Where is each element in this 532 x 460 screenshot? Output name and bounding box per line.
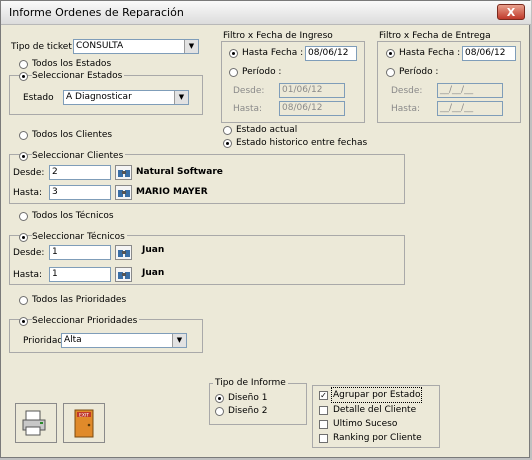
tecnicos-desde-input[interactable]: 1	[49, 245, 111, 260]
radio-diseno-2[interactable]	[215, 407, 224, 416]
ticket-type-value: CONSULTA	[76, 41, 124, 51]
tecnicos-desde-label: Desde:	[13, 248, 45, 258]
radio-seleccionar-estados[interactable]	[19, 72, 28, 81]
chevron-down-icon[interactable]: ▼	[172, 334, 186, 347]
radio-seleccionar-prioridades[interactable]	[19, 317, 28, 326]
radio-ingreso-hasta-fecha[interactable]	[229, 49, 238, 58]
tecnicos-hasta-label: Hasta:	[13, 270, 43, 280]
ticket-type-label: Tipo de ticket	[11, 42, 72, 52]
ultimo-suceso-label: Ultimo Suceso	[333, 419, 398, 429]
ranking-cliente-label: Ranking por Cliente	[333, 433, 422, 443]
binoculars-icon	[118, 190, 130, 197]
seleccionar-estados-label: Seleccionar Estados	[32, 70, 125, 82]
ingreso-hasta-fecha-input[interactable]: 08/06/12	[305, 46, 357, 61]
ingreso-desde-input[interactable]: 01/06/12	[279, 83, 345, 98]
lookup-tecnicos-hasta-button[interactable]	[115, 267, 132, 282]
lookup-clientes-hasta-button[interactable]	[115, 185, 132, 200]
radio-ingreso-periodo[interactable]	[229, 68, 238, 77]
exit-sign-text: EXIT	[79, 413, 89, 419]
entrega-hasta-fecha-label: Hasta Fecha :	[399, 48, 461, 58]
radio-seleccionar-tecnicos[interactable]	[19, 233, 28, 242]
estado-value: A Diagnosticar	[66, 92, 132, 102]
clientes-hasta-label: Hasta:	[13, 188, 43, 198]
radio-estado-actual[interactable]	[223, 126, 232, 135]
close-button[interactable]: X	[497, 4, 525, 20]
radio-diseno-1[interactable]	[215, 394, 224, 403]
diseno-2-label: Diseño 2	[228, 406, 268, 416]
estado-select[interactable]: A Diagnosticar ▼	[63, 90, 189, 105]
radio-entrega-hasta-fecha[interactable]	[386, 49, 395, 58]
radio-todos-tecnicos[interactable]	[19, 212, 28, 221]
clientes-hasta-name: MARIO MAYER	[136, 187, 208, 197]
ranking-cliente-checkbox[interactable]	[319, 434, 328, 443]
estado-label: Estado	[23, 93, 54, 103]
entrega-desde-label: Desde:	[391, 86, 423, 96]
lookup-clientes-desde-button[interactable]	[115, 165, 132, 180]
printer-icon	[22, 410, 46, 436]
detalle-cliente-label: Detalle del Cliente	[333, 405, 417, 415]
prioridad-label: Prioridad	[23, 336, 64, 346]
binoculars-icon	[118, 272, 130, 279]
ingreso-desde-label: Desde:	[233, 86, 265, 96]
ingreso-hasta-label: Hasta:	[233, 104, 263, 114]
window-title: Informe Ordenes de Reparación	[9, 6, 184, 19]
tipo-informe-title: Tipo de Informe	[213, 377, 288, 389]
exit-door-icon: EXIT	[74, 409, 94, 438]
clientes-hasta-input[interactable]: 3	[49, 185, 111, 200]
entrega-hasta-fecha-input[interactable]: 08/06/12	[462, 46, 516, 61]
ingreso-periodo-label: Período :	[242, 67, 282, 77]
ingreso-hasta-input[interactable]: 08/06/12	[279, 101, 345, 116]
estado-actual-label: Estado actual	[236, 125, 298, 135]
ticket-type-select[interactable]: CONSULTA ▼	[73, 39, 199, 54]
ingreso-hasta-fecha-label: Hasta Fecha :	[242, 48, 304, 58]
report-window: Informe Ordenes de Reparación X Tipo de …	[0, 0, 531, 458]
tecnicos-hasta-name: Juan	[142, 268, 165, 278]
tecnicos-hasta-input[interactable]: 1	[49, 267, 111, 282]
seleccionar-prioridades-label: Seleccionar Prioridades	[32, 315, 140, 327]
seleccionar-tecnicos-label: Seleccionar Técnicos	[32, 231, 127, 243]
entrega-hasta-input[interactable]: __/__/__	[437, 101, 503, 116]
title-bar: Informe Ordenes de Reparación X	[1, 1, 531, 25]
radio-todos-estados[interactable]	[19, 60, 28, 69]
entrega-desde-input[interactable]: __/__/__	[437, 83, 503, 98]
lookup-tecnicos-desde-button[interactable]	[115, 245, 132, 260]
clientes-desde-input[interactable]: 2	[49, 165, 111, 180]
binoculars-icon	[118, 170, 130, 177]
prioridad-select[interactable]: Alta ▼	[61, 333, 187, 348]
todos-tecnicos-label: Todos los Técnicos	[32, 211, 114, 221]
chevron-down-icon[interactable]: ▼	[174, 91, 188, 104]
seleccionar-clientes-label: Seleccionar Clientes	[32, 150, 126, 162]
entrega-hasta-label: Hasta:	[391, 104, 421, 114]
diseno-1-label: Diseño 1	[228, 393, 268, 403]
agrupar-estado-checkbox[interactable]: ✓	[319, 391, 328, 400]
radio-seleccionar-clientes[interactable]	[19, 152, 28, 161]
print-button[interactable]	[15, 403, 57, 443]
chevron-down-icon[interactable]: ▼	[184, 40, 198, 53]
todos-clientes-label: Todos los Clientes	[32, 130, 113, 140]
clientes-desde-name: Natural Software	[136, 167, 223, 177]
clientes-desde-label: Desde:	[13, 168, 45, 178]
estado-historico-label: Estado historico entre fechas	[236, 138, 368, 148]
entrega-periodo-label: Período :	[399, 67, 439, 77]
detalle-cliente-checkbox[interactable]	[319, 406, 328, 415]
radio-estado-historico[interactable]	[223, 139, 232, 148]
form-area: Tipo de ticket CONSULTA ▼ Todos los Esta…	[5, 27, 527, 455]
binoculars-icon	[118, 250, 130, 257]
todos-estados-label: Todos los Estados	[32, 59, 112, 69]
todos-prioridades-label: Todos las Prioridades	[32, 295, 127, 305]
tipo-informe-group	[209, 383, 307, 425]
exit-button[interactable]: EXIT	[63, 403, 105, 443]
ultimo-suceso-checkbox[interactable]	[319, 420, 328, 429]
radio-entrega-periodo[interactable]	[386, 68, 395, 77]
radio-todos-prioridades[interactable]	[19, 296, 28, 305]
tecnicos-desde-name: Juan	[142, 245, 165, 255]
prioridad-value: Alta	[64, 335, 82, 345]
radio-todos-clientes[interactable]	[19, 131, 28, 140]
agrupar-estado-label: Agrupar por Estado	[330, 387, 423, 403]
